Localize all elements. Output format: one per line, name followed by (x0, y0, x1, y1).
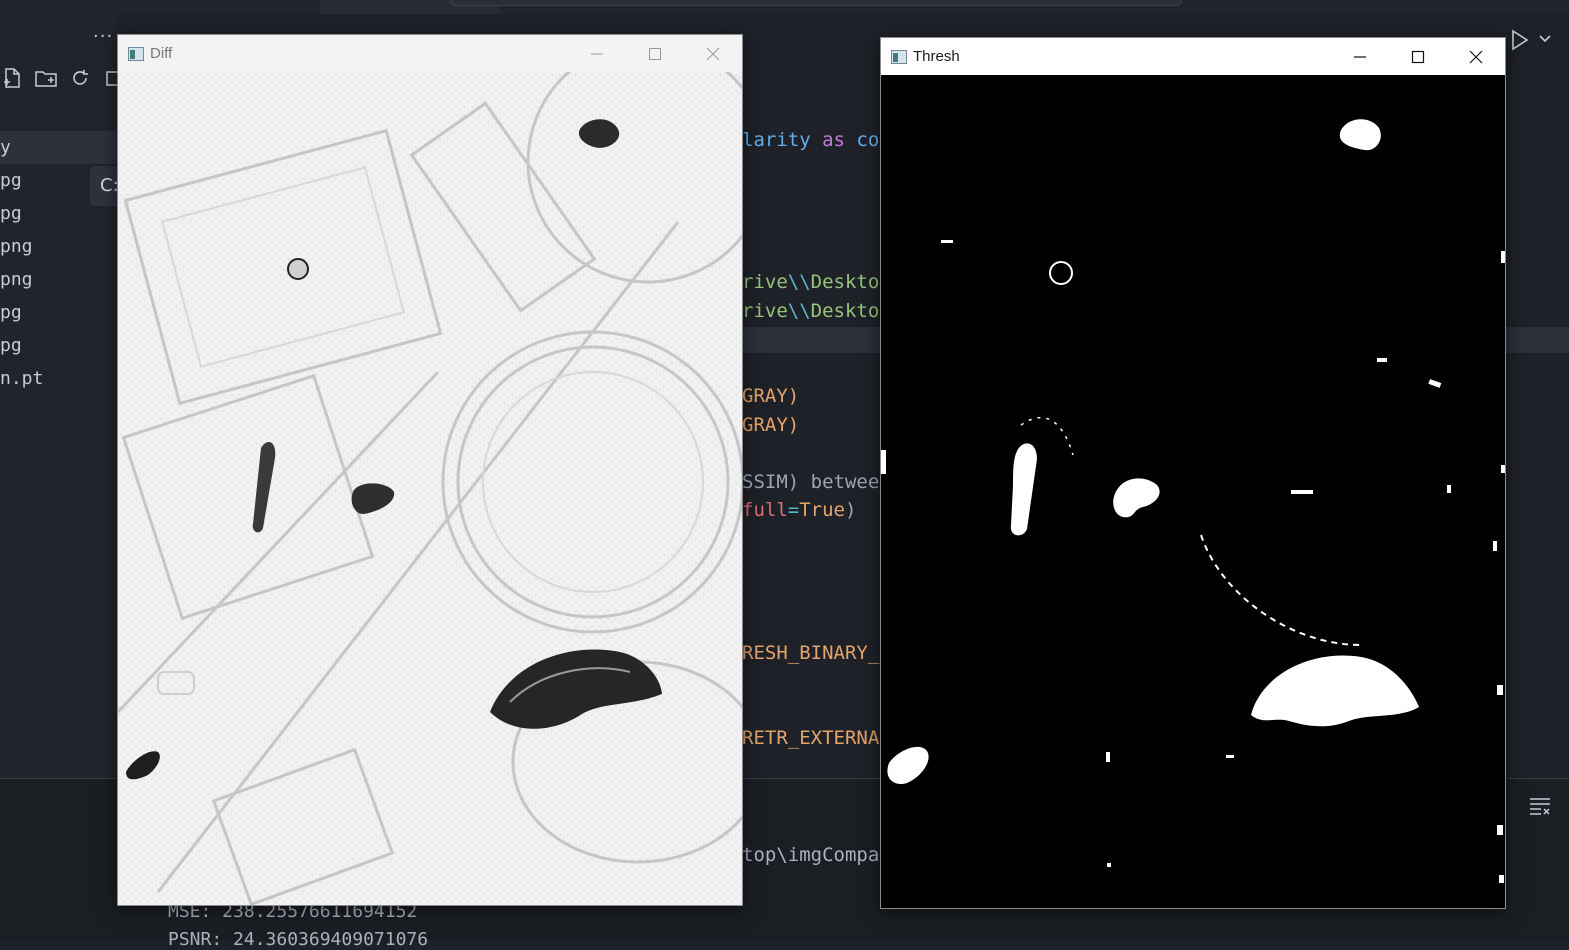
window-controls (1331, 38, 1505, 75)
code-line: larity as con (742, 129, 891, 151)
minimize-icon[interactable] (1331, 38, 1389, 75)
thresh-title-bar[interactable]: Thresh (881, 38, 1505, 75)
code-line: GRAY) (742, 414, 800, 436)
window-controls (568, 35, 742, 72)
window-title: Diff (150, 45, 173, 62)
code-line: rive\\Desktop (742, 300, 891, 322)
file-list-item[interactable]: n.pt (0, 362, 118, 395)
run-icon[interactable] (1510, 29, 1530, 55)
app-window-icon (128, 46, 144, 61)
file-list-item[interactable]: pg (0, 329, 118, 362)
file-list-item[interactable]: png (0, 263, 118, 296)
close-icon[interactable] (1447, 38, 1505, 75)
diff-window[interactable]: Diff (117, 34, 743, 906)
explorer-toolbar (0, 66, 126, 90)
code-line: GRAY) (742, 385, 800, 407)
code-line: RESH_BINARY_I (742, 642, 891, 664)
window-title: Thresh (913, 48, 960, 65)
code-line: SSIM) between (742, 471, 891, 493)
more-actions-icon[interactable]: ··· (93, 26, 113, 47)
chevron-down-icon[interactable] (1538, 30, 1552, 52)
command-center[interactable] (450, 0, 1182, 6)
clear-output-icon[interactable] (1527, 793, 1553, 819)
terminal-path: top\imgCompar (742, 844, 891, 866)
file-list-item[interactable]: y (0, 131, 118, 164)
diff-image (118, 72, 742, 905)
maximize-icon[interactable] (1389, 38, 1447, 75)
file-list-item[interactable]: pg (0, 296, 118, 329)
file-list-item[interactable]: png (0, 230, 118, 263)
maximize-icon[interactable] (626, 35, 684, 72)
code-line: rive\\Desktop (742, 271, 891, 293)
app-window-icon (891, 49, 907, 64)
code-line: full=True) (742, 499, 857, 521)
diff-title-bar[interactable]: Diff (118, 35, 742, 72)
refresh-icon[interactable] (68, 66, 92, 90)
code-line: RETR_EXTERNAL (742, 727, 891, 749)
close-icon[interactable] (684, 35, 742, 72)
thresh-window[interactable]: Thresh (880, 37, 1506, 909)
new-folder-icon[interactable] (34, 66, 58, 90)
new-file-icon[interactable] (0, 66, 24, 90)
minimize-icon[interactable] (568, 35, 626, 72)
thresh-image (881, 75, 1505, 908)
